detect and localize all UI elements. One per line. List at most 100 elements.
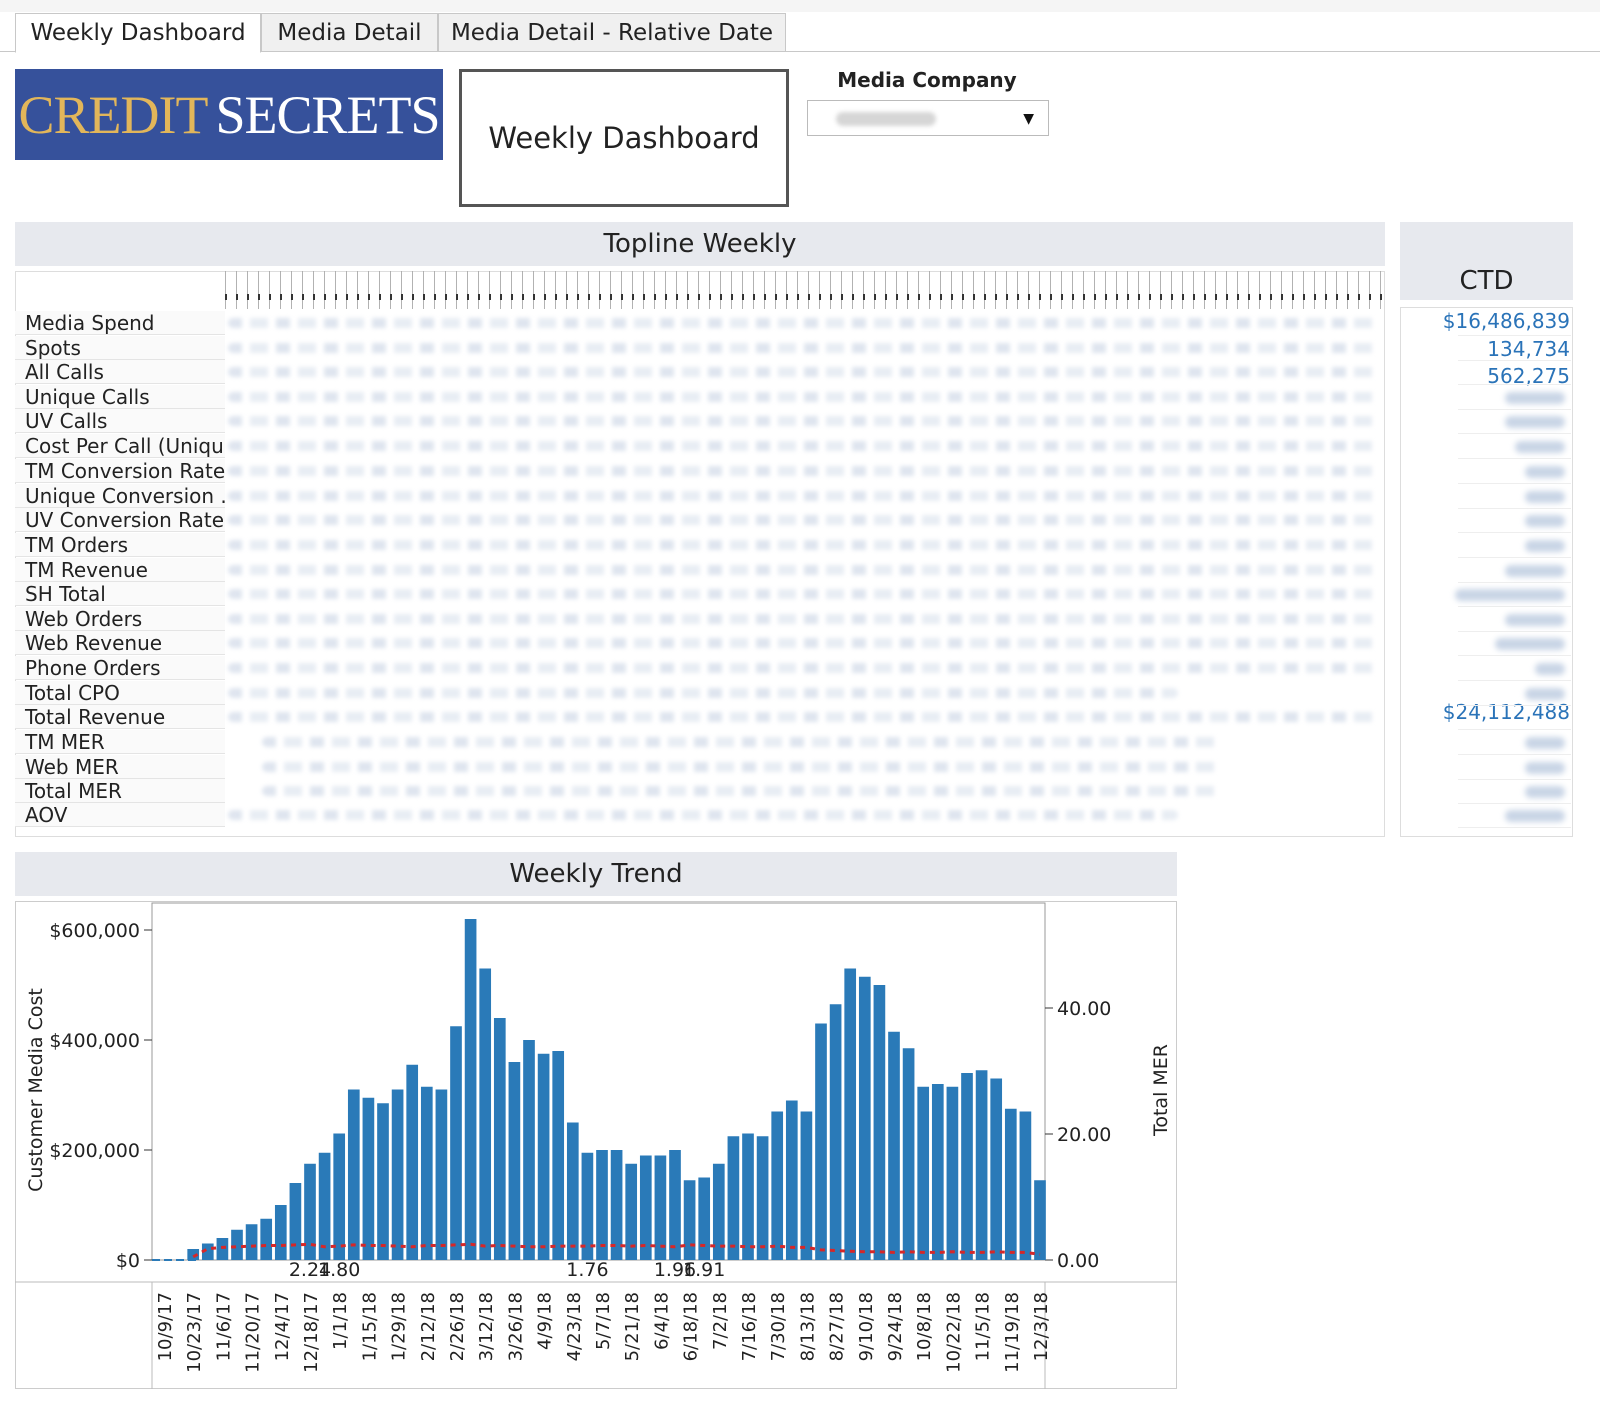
weekly-trend-chart-frame	[15, 901, 1177, 1389]
ctd-redacted-value	[1525, 515, 1565, 527]
topline-redacted-row-values	[228, 392, 1378, 402]
topline-weekly-title: Topline Weekly	[15, 222, 1385, 266]
topline-metric-label: UV Calls	[15, 409, 225, 433]
topline-metric-label: Phone Orders	[15, 656, 225, 680]
ctd-row-divider	[1458, 754, 1571, 755]
ctd-row-divider	[1458, 483, 1571, 484]
ctd-row-divider	[1458, 803, 1571, 804]
media-company-dropdown[interactable]: ▼	[807, 100, 1049, 136]
credit-secrets-logo: CREDIT SECRETS	[15, 69, 443, 160]
topline-redacted-row-values	[228, 367, 1378, 377]
dashboard-title: Weekly Dashboard	[459, 69, 789, 207]
ctd-redacted-value	[1525, 491, 1565, 503]
ctd-redacted-value	[1525, 540, 1565, 552]
topline-redacted-row-values	[228, 712, 1378, 722]
topline-week-column-ticks	[225, 294, 1385, 300]
topline-metric-label: Unique Calls	[15, 385, 225, 409]
ctd-row-divider	[1458, 335, 1571, 336]
topline-metric-label: Cost Per Call (Uniqu..	[15, 434, 225, 458]
ctd-redacted-value	[1515, 441, 1565, 453]
topline-redacted-row-values	[228, 614, 1378, 624]
topline-metric-label: TM Revenue	[15, 558, 225, 582]
ctd-redacted-value	[1535, 663, 1565, 675]
ctd-row-divider	[1458, 606, 1571, 607]
tab-bar-background	[0, 0, 1600, 12]
media-company-selected-value-redacted	[836, 112, 936, 126]
topline-metric-label: Media Spend	[15, 311, 225, 335]
ctd-row-divider	[1458, 729, 1571, 730]
media-company-label: Media Company	[837, 68, 1017, 92]
topline-redacted-row-values	[228, 466, 1378, 476]
ctd-row-divider	[1458, 827, 1571, 828]
ctd-media-spend: $16,486,839	[1442, 309, 1570, 333]
tab-bar: Weekly Dashboard Media Detail Media Deta…	[0, 0, 1600, 53]
topline-metric-label: TM Conversion Rate	[15, 459, 225, 483]
topline-metric-label: Total MER	[15, 779, 225, 803]
topline-redacted-row-values	[228, 565, 1378, 575]
ctd-redacted-value	[1495, 638, 1565, 650]
ctd-redacted-value	[1505, 810, 1565, 822]
ctd-redacted-value	[1505, 392, 1565, 404]
topline-redacted-row-values	[228, 441, 1378, 451]
topline-redacted-row-values	[228, 589, 1378, 599]
tab-media-detail-relative-date[interactable]: Media Detail - Relative Date	[438, 13, 786, 52]
ctd-row-divider	[1458, 631, 1571, 632]
topline-metric-label: SH Total	[15, 582, 225, 606]
weekly-trend-title: Weekly Trend	[15, 852, 1177, 896]
topline-redacted-row-values	[228, 343, 1378, 353]
topline-redacted-row-values	[228, 318, 1378, 328]
topline-redacted-row-values	[228, 491, 1378, 501]
ctd-redacted-value	[1525, 737, 1565, 749]
ctd-row-divider	[1458, 508, 1571, 509]
logo-word-credit: CREDIT	[18, 84, 208, 145]
ctd-row-divider	[1458, 655, 1571, 656]
ctd-row-divider	[1458, 779, 1571, 780]
ctd-row-divider	[1458, 705, 1571, 706]
ctd-total-revenue: $24,112,488	[1442, 700, 1570, 724]
ctd-redacted-value	[1505, 614, 1565, 626]
ctd-redacted-value	[1525, 688, 1565, 700]
ctd-row-divider	[1458, 433, 1571, 434]
logo-word-secrets: SECRETS	[215, 84, 440, 145]
topline-redacted-row-values	[228, 416, 1378, 426]
topline-metric-label: Web Revenue	[15, 631, 225, 655]
ctd-redacted-value	[1455, 589, 1565, 601]
topline-redacted-row-values	[228, 810, 1178, 820]
topline-metric-label: TM MER	[15, 730, 225, 754]
topline-metric-label: Total CPO	[15, 681, 225, 705]
topline-redacted-row-values	[228, 663, 1378, 673]
topline-metric-label: AOV	[15, 803, 225, 827]
ctd-header: CTD	[1400, 222, 1573, 300]
topline-redacted-row-values	[262, 762, 1222, 772]
topline-metric-label: Spots	[15, 336, 225, 360]
ctd-redacted-value	[1525, 466, 1565, 478]
ctd-row-divider	[1458, 360, 1571, 361]
ctd-title: CTD	[1459, 266, 1514, 296]
ctd-row-divider	[1458, 680, 1571, 681]
topline-metric-label: All Calls	[15, 360, 225, 384]
topline-redacted-row-values	[262, 737, 1222, 747]
topline-redacted-row-values	[228, 638, 1378, 648]
tab-weekly-dashboard[interactable]: Weekly Dashboard	[15, 13, 261, 53]
dropdown-arrow-icon: ▼	[1023, 111, 1034, 127]
topline-metric-label: Unique Conversion ..	[15, 484, 225, 508]
ctd-redacted-value	[1525, 762, 1565, 774]
ctd-redacted-value	[1505, 565, 1565, 577]
topline-metric-label: Total Revenue	[15, 705, 225, 729]
topline-redacted-row-values	[262, 786, 1222, 796]
tab-media-detail[interactable]: Media Detail	[261, 13, 438, 52]
ctd-row-divider	[1458, 582, 1571, 583]
ctd-row-divider	[1458, 458, 1571, 459]
topline-metric-label: Web Orders	[15, 607, 225, 631]
topline-redacted-row-values	[228, 688, 1178, 698]
ctd-row-divider	[1458, 532, 1571, 533]
ctd-redacted-value	[1505, 416, 1565, 428]
topline-metric-label: TM Orders	[15, 533, 225, 557]
topline-redacted-row-values	[228, 515, 1378, 525]
topline-week-columns-header	[225, 271, 1385, 309]
ctd-row-divider	[1458, 557, 1571, 558]
ctd-spots: 134,734	[1487, 337, 1570, 361]
topline-metric-label: Web MER	[15, 755, 225, 779]
ctd-redacted-value	[1525, 786, 1565, 798]
ctd-row-divider	[1458, 409, 1571, 410]
